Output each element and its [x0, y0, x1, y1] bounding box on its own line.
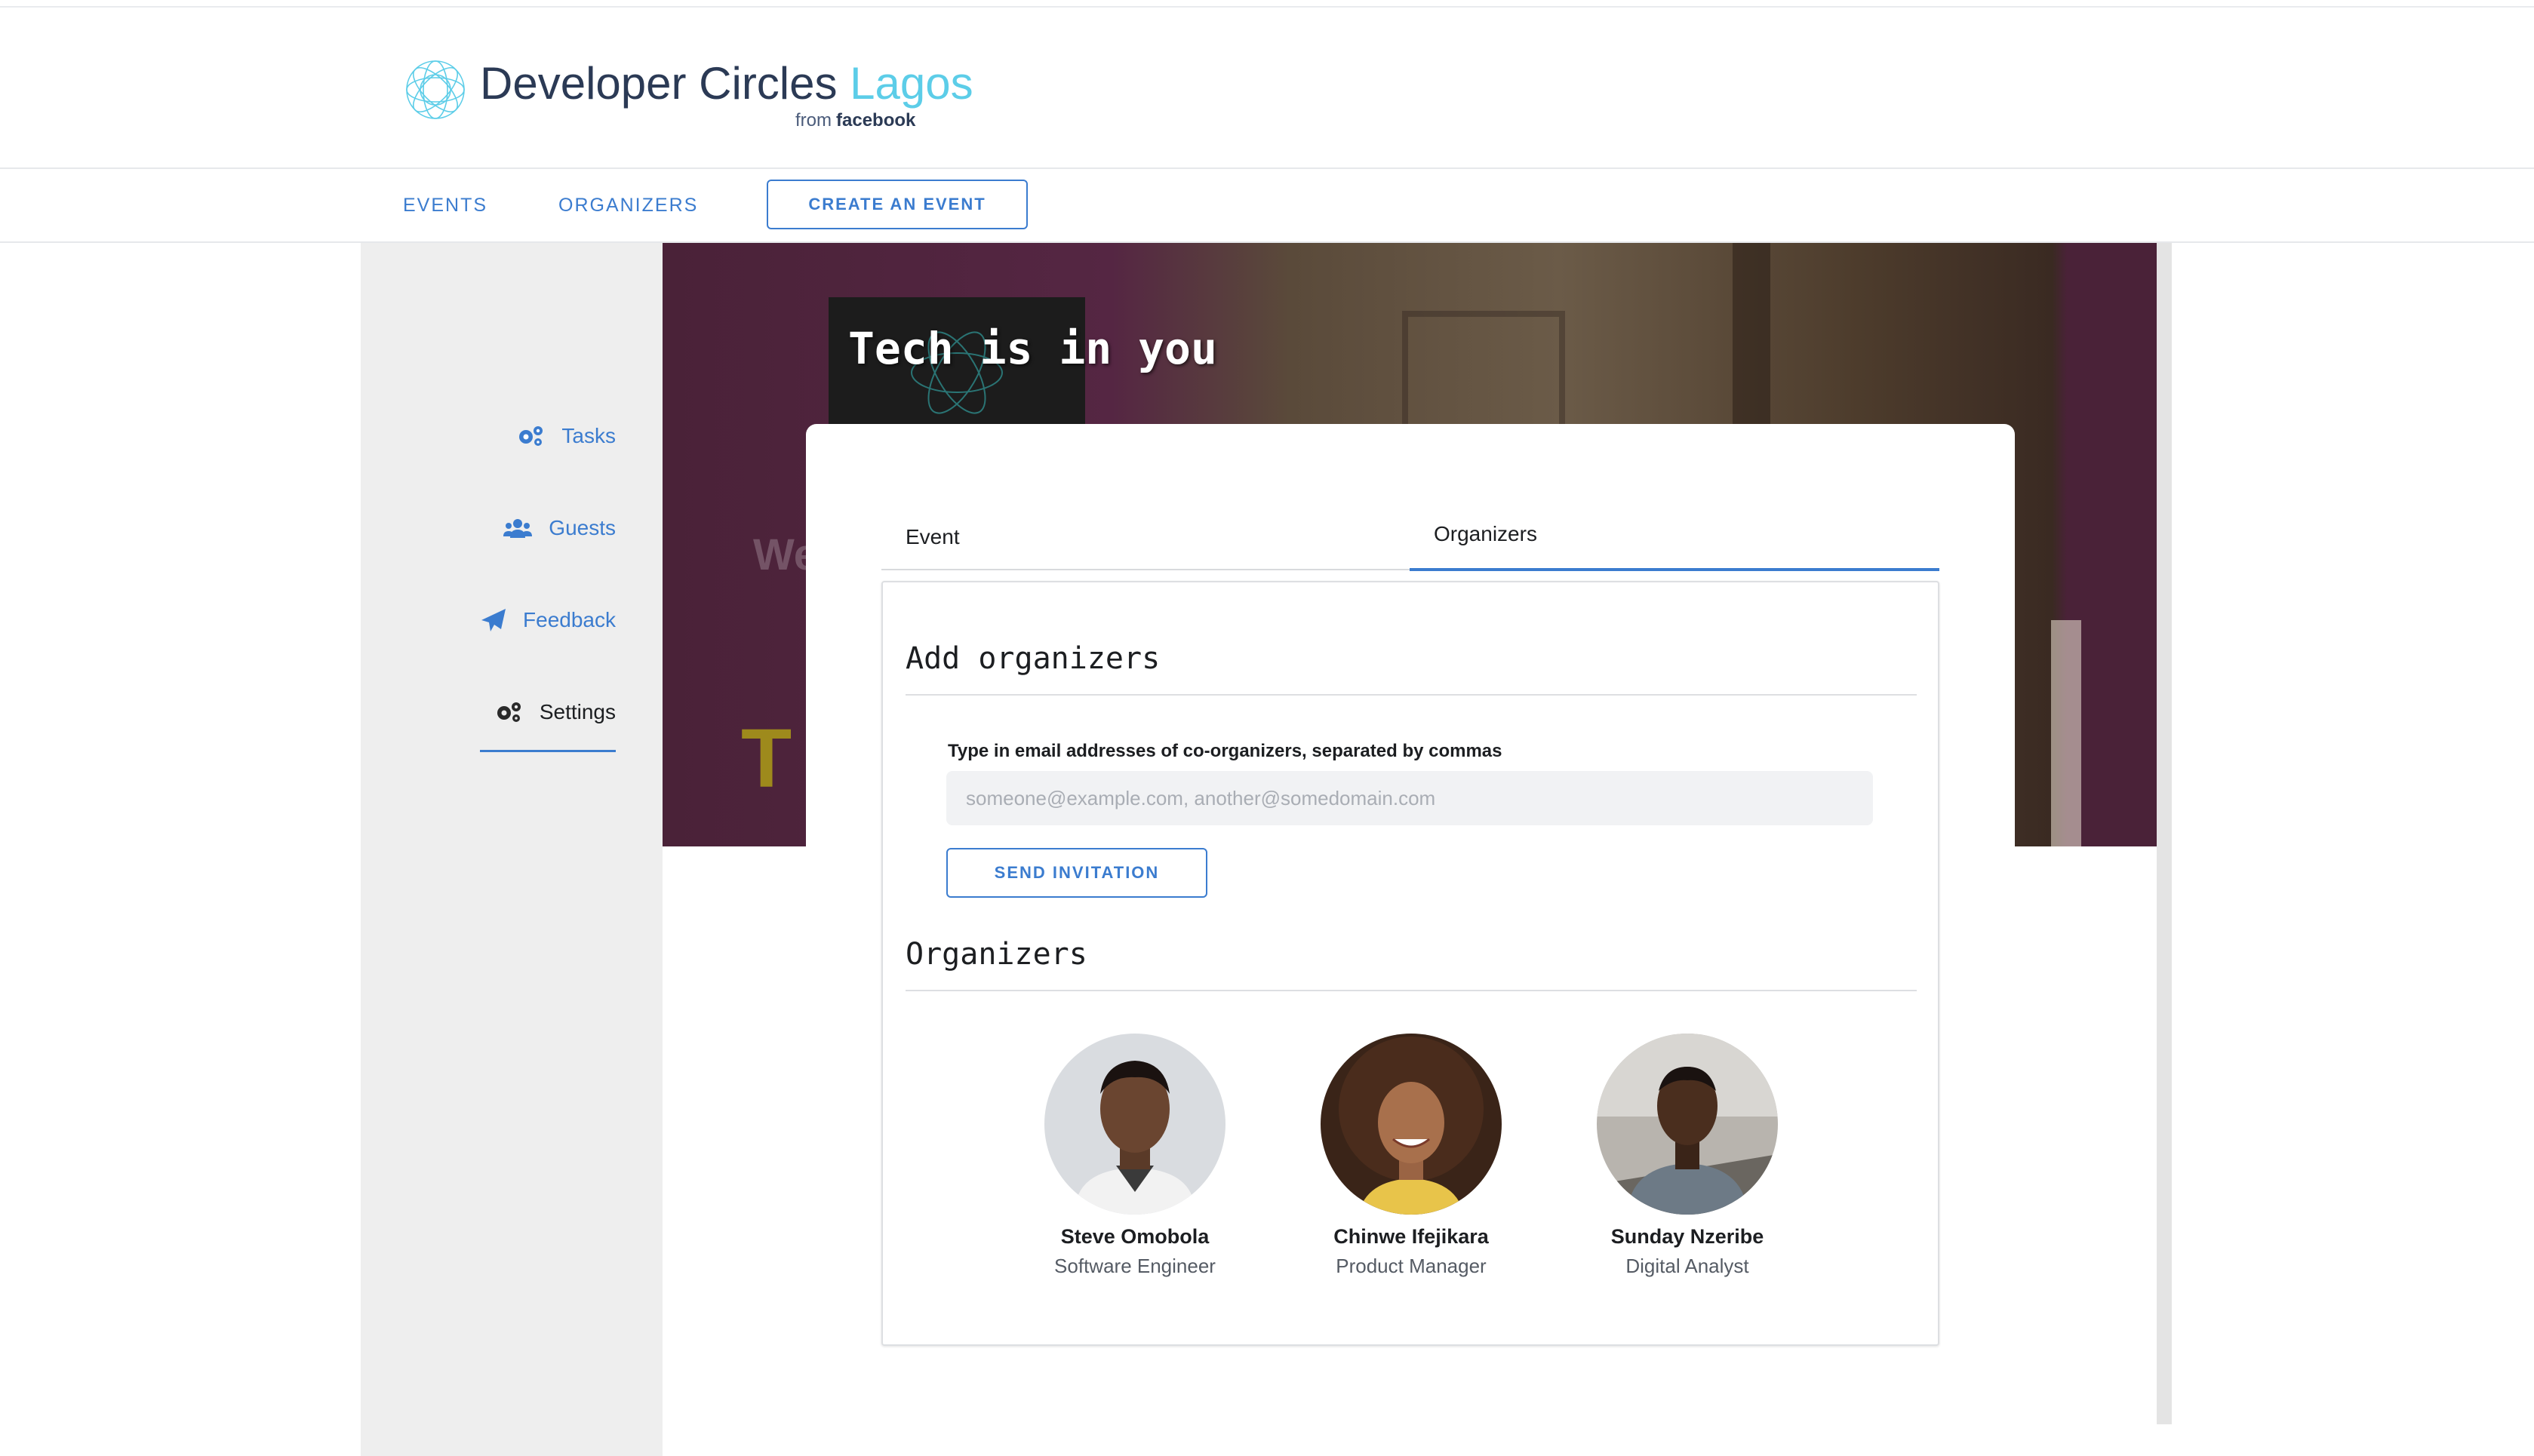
nav-events-link[interactable]: EVENTS	[403, 195, 487, 217]
create-event-button[interactable]: CREATE AN EVENT	[767, 180, 1028, 229]
email-field-label: Type in email addresses of co-organizers…	[948, 741, 1502, 761]
organizer-role: Product Manager	[1336, 1255, 1487, 1277]
sidebar-item-guests[interactable]: Guests	[503, 516, 616, 540]
avatar	[1321, 1034, 1502, 1215]
section-divider	[906, 694, 1917, 696]
tab-active-indicator	[1410, 568, 1939, 571]
paper-plane-icon	[481, 609, 506, 631]
organizer-card[interactable]: Steve Omobola Software Engineer	[1014, 1034, 1256, 1278]
scrollbar-track[interactable]	[2157, 243, 2172, 1424]
sidebar-active-indicator	[480, 750, 616, 752]
avatar	[1597, 1034, 1778, 1215]
sidebar	[361, 243, 663, 1456]
tab-event[interactable]: Event	[906, 525, 960, 549]
organizer-card[interactable]: Sunday Nzeribe Digital Analyst	[1567, 1034, 1808, 1278]
organizers-panel: Add organizers Type in email addresses o…	[881, 581, 1939, 1346]
brand-company: facebook	[836, 110, 916, 131]
site-header: Developer Circles Lagos from facebook	[0, 8, 2534, 169]
tab-organizers[interactable]: Organizers	[1434, 522, 1537, 546]
organizer-role: Software Engineer	[1054, 1255, 1216, 1277]
banner-tagline: Tech is in you	[848, 323, 1217, 374]
circles-logo-icon	[406, 60, 465, 119]
banner-background-letter: T	[741, 712, 792, 805]
organizers-title: Organizers	[906, 937, 1087, 972]
brand-name: Developer Circles Lagos	[480, 57, 973, 109]
organizer-name: Steve Omobola	[1060, 1225, 1210, 1248]
users-icon	[503, 519, 533, 538]
brand-from: from facebook	[795, 110, 915, 131]
gears-icon	[497, 702, 521, 722]
banner-post	[2051, 620, 2081, 846]
sidebar-item-feedback[interactable]: Feedback	[481, 608, 616, 632]
top-border	[0, 0, 2534, 8]
gears-icon	[519, 426, 543, 446]
settings-tabs: Event Organizers	[881, 507, 1939, 571]
sidebar-item-label: Tasks	[561, 424, 616, 447]
send-invitation-button[interactable]: SEND INVITATION	[946, 848, 1207, 898]
avatar	[1044, 1034, 1225, 1215]
sidebar-item-label: Feedback	[523, 608, 616, 631]
organizer-name: Sunday Nzeribe	[1610, 1225, 1764, 1248]
organizer-name: Chinwe Ifejikara	[1333, 1225, 1489, 1248]
sidebar-item-settings[interactable]: Settings	[494, 700, 616, 724]
nav-organizers-link[interactable]: ORGANIZERS	[558, 195, 698, 217]
organizer-role: Digital Analyst	[1625, 1255, 1749, 1277]
organizer-card[interactable]: Chinwe Ifejikara Product Manager	[1290, 1034, 1532, 1278]
settings-card: Event Organizers Add organizers Type in …	[806, 424, 2015, 1456]
brand-main: Developer Circles	[480, 58, 838, 109]
sidebar-item-label: Settings	[539, 700, 616, 723]
brand-city: Lagos	[850, 58, 973, 109]
sidebar-item-tasks[interactable]: Tasks	[516, 424, 616, 448]
add-organizers-title: Add organizers	[906, 641, 1161, 676]
organizer-email-input[interactable]	[946, 771, 1873, 825]
brand-from-text: from	[795, 110, 832, 131]
section-divider	[906, 990, 1917, 991]
sidebar-item-label: Guests	[549, 516, 616, 539]
top-nav: EVENTS ORGANIZERS CREATE AN EVENT	[0, 169, 2534, 243]
